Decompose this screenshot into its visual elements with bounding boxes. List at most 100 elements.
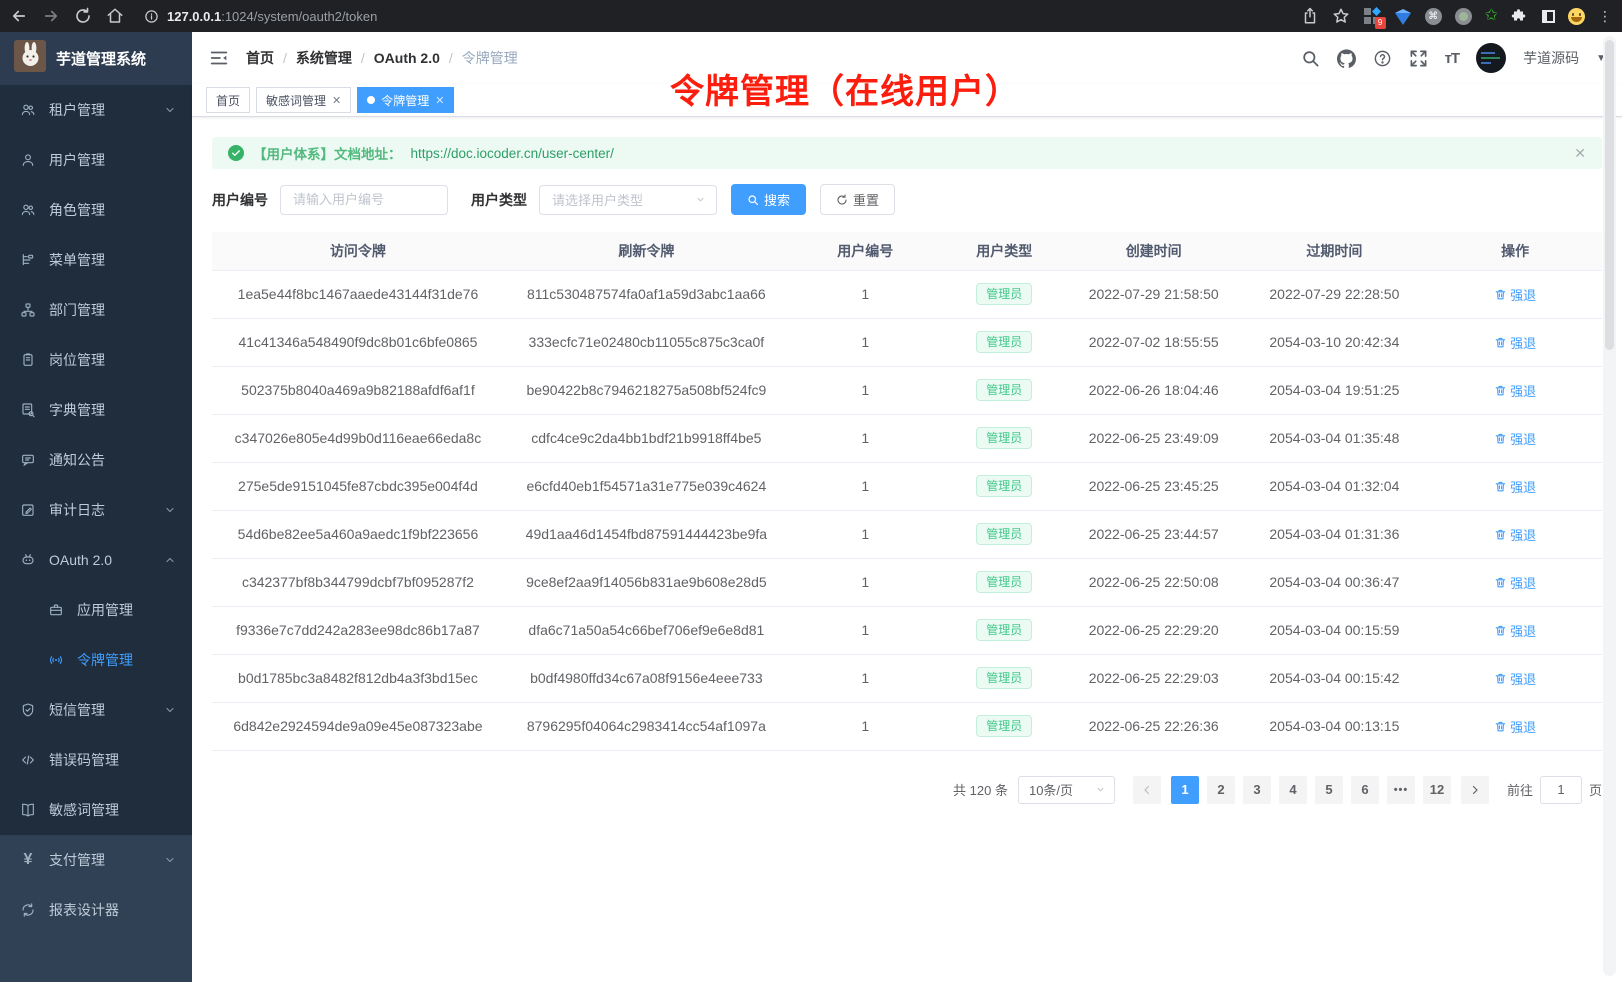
goto-page-input[interactable] <box>1540 776 1582 804</box>
user-id-input[interactable] <box>280 185 448 215</box>
page-button-3[interactable]: 3 <box>1243 776 1271 804</box>
app-logo-bar[interactable]: 芋道管理系统 <box>0 32 192 85</box>
browser-menu-icon[interactable]: ⋮ <box>1598 9 1612 23</box>
extension-sidebar-icon[interactable] <box>1542 10 1555 23</box>
force-logout-button[interactable]: 强退 <box>1494 573 1536 592</box>
search-button[interactable]: 搜索 <box>731 184 806 215</box>
sidebar-item-dept[interactable]: 部门管理 <box>0 285 192 335</box>
extension-puzzle-icon[interactable] <box>1511 7 1529 25</box>
site-info-icon[interactable] <box>144 9 159 24</box>
avatar[interactable] <box>1476 43 1506 73</box>
doc-link[interactable]: https://doc.iocoder.cn/user-center/ <box>411 146 614 161</box>
sidebar-collapse-icon[interactable] <box>208 47 230 69</box>
sidebar-item-sms[interactable]: 短信管理 <box>0 685 192 735</box>
breadcrumb-item[interactable]: 系统管理 <box>296 48 352 68</box>
sidebar-item-oauth2-token[interactable]: 令牌管理 <box>0 635 192 685</box>
sidebar-item-notice[interactable]: 通知公告 <box>0 435 192 485</box>
sidebar-item-oauth2[interactable]: OAuth 2.0 <box>0 535 192 585</box>
extension-grid-icon[interactable]: 9 <box>1363 7 1381 25</box>
breadcrumb: 首页/系统管理/OAuth 2.0/令牌管理 <box>246 48 518 68</box>
force-logout-button[interactable]: 强退 <box>1494 717 1536 736</box>
help-icon[interactable] <box>1373 49 1392 68</box>
scrollbar[interactable] <box>1603 36 1616 976</box>
sidebar-item-role[interactable]: 角色管理 <box>0 185 192 235</box>
chat-icon <box>20 452 36 468</box>
shield-icon <box>20 702 36 718</box>
chevron-down-icon <box>695 194 706 205</box>
extension-command-icon[interactable]: ⌘ <box>1425 8 1442 25</box>
trash-icon <box>1494 336 1507 349</box>
tab-敏感词管理[interactable]: 敏感词管理✕ <box>256 87 351 113</box>
page-button-1[interactable]: 1 <box>1171 776 1199 804</box>
browser-forward-icon[interactable] <box>42 7 60 25</box>
sidebar-item-pay[interactable]: ¥支付管理 <box>0 835 192 885</box>
breadcrumb-item[interactable]: OAuth 2.0 <box>374 50 440 66</box>
force-logout-button[interactable]: 强退 <box>1494 525 1536 544</box>
browser-reload-icon[interactable] <box>74 7 92 25</box>
sidebar-item-errcode[interactable]: 错误码管理 <box>0 735 192 785</box>
extension-gem-icon[interactable] <box>1394 7 1412 25</box>
user-type-select[interactable]: 请选择用户类型 <box>539 185 717 215</box>
user-name[interactable]: 芋道源码 <box>1523 48 1579 68</box>
force-logout-button[interactable]: 强退 <box>1494 381 1536 400</box>
sidebar-item-post[interactable]: 岗位管理 <box>0 335 192 385</box>
sidebar-item-audit[interactable]: 审计日志 <box>0 485 192 535</box>
sidebar-item-label: 岗位管理 <box>49 350 105 370</box>
sidebar-item-menu[interactable]: 菜单管理 <box>0 235 192 285</box>
sidebar-item-dict[interactable]: 字典管理 <box>0 385 192 435</box>
user-type-cell: 管理员 <box>942 510 1067 558</box>
page-button-6[interactable]: 6 <box>1351 776 1379 804</box>
extension-star-icon[interactable]: ✩ <box>1485 8 1498 24</box>
force-logout-button[interactable]: 强退 <box>1494 333 1536 352</box>
sidebar-item-user[interactable]: 用户管理 <box>0 135 192 185</box>
chevron-down-icon <box>164 704 176 716</box>
search-form: 用户编号 用户类型 请选择用户类型 搜索 重置 <box>212 184 1602 215</box>
force-logout-button[interactable]: 强退 <box>1494 285 1536 304</box>
force-logout-button[interactable]: 强退 <box>1494 669 1536 688</box>
trash-icon <box>1494 384 1507 397</box>
share-icon[interactable] <box>1301 7 1319 25</box>
extension-emoji-icon[interactable] <box>1568 8 1585 25</box>
sidebar-item-sensitive[interactable]: 敏感词管理 <box>0 785 192 835</box>
github-icon[interactable] <box>1337 49 1356 68</box>
next-page-button[interactable] <box>1461 776 1489 804</box>
doc-alert: 【用户体系】文档地址： https://doc.iocoder.cn/user-… <box>212 137 1602 169</box>
created-time-cell: 2022-07-29 21:58:50 <box>1067 270 1241 318</box>
fullscreen-icon[interactable] <box>1409 49 1428 68</box>
tab-首页[interactable]: 首页 <box>206 87 250 113</box>
browser-back-icon[interactable] <box>10 7 28 25</box>
force-logout-button[interactable]: 强退 <box>1494 429 1536 448</box>
page-ellipsis[interactable]: ••• <box>1387 776 1415 804</box>
browser-home-icon[interactable] <box>106 7 124 25</box>
breadcrumb-item: 令牌管理 <box>462 48 518 68</box>
alert-close-icon[interactable]: ✕ <box>1574 145 1586 162</box>
extension-circle-icon[interactable] <box>1455 8 1472 25</box>
column-header: 用户类型 <box>942 232 1067 270</box>
address-bar[interactable]: 127.0.0.1:1024/system/oauth2/token <box>144 9 1287 24</box>
page-button-4[interactable]: 4 <box>1279 776 1307 804</box>
page-button-2[interactable]: 2 <box>1207 776 1235 804</box>
breadcrumb-item[interactable]: 首页 <box>246 48 274 68</box>
search-icon[interactable] <box>1301 49 1320 68</box>
bookmark-star-icon[interactable] <box>1332 7 1350 25</box>
trash-icon <box>1494 576 1507 589</box>
sidebar-item-report[interactable]: 报表设计器 <box>0 885 192 935</box>
page-size-select[interactable]: 10条/页 <box>1018 776 1115 804</box>
reset-button[interactable]: 重置 <box>820 184 895 215</box>
sidebar-item-oauth2-app[interactable]: 应用管理 <box>0 585 192 635</box>
font-size-icon[interactable]: ᴛT <box>1445 50 1460 67</box>
user-type-tag: 管理员 <box>976 667 1032 689</box>
prev-page-button[interactable] <box>1133 776 1161 804</box>
page-button-5[interactable]: 5 <box>1315 776 1343 804</box>
action-cell: 强退 <box>1428 414 1602 462</box>
page-content: 【用户体系】文档地址： https://doc.iocoder.cn/user-… <box>192 117 1622 982</box>
tab-令牌管理[interactable]: 令牌管理✕ <box>357 87 454 113</box>
force-logout-button[interactable]: 强退 <box>1494 477 1536 496</box>
total-count: 共 120 条 <box>953 780 1008 799</box>
scrollbar-thumb[interactable] <box>1605 40 1614 350</box>
force-logout-button[interactable]: 强退 <box>1494 621 1536 640</box>
tab-close-icon[interactable]: ✕ <box>435 94 444 107</box>
sidebar-item-tenant[interactable]: 租户管理 <box>0 85 192 135</box>
page-button-12[interactable]: 12 <box>1423 776 1451 804</box>
tab-close-icon[interactable]: ✕ <box>332 94 341 107</box>
